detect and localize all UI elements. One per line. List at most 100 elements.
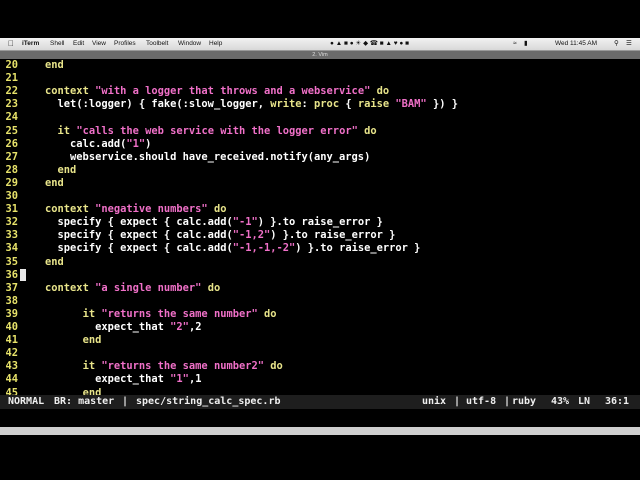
line-code: end: [20, 59, 64, 72]
keyword-token: end: [45, 176, 64, 189]
menu-app-name[interactable]: iTerm: [22, 38, 39, 50]
mac-menu-bar:  iTerm Shell Edit View Profiles Toolbel…: [0, 38, 640, 51]
line-number: 37: [5, 281, 18, 294]
keyword-token: context: [45, 281, 96, 294]
line-code: specify { expect { calc.add("-1") }.to r…: [20, 216, 383, 229]
keyword-token: do: [207, 203, 227, 216]
wifi-icon[interactable]: ≈: [513, 38, 517, 50]
screen-bottom-frame: [0, 427, 640, 480]
vim-status-line: NORMAL BR: master | spec/string_calc_spe…: [0, 395, 640, 409]
line-number: 24: [5, 111, 18, 124]
line-code: expect_that "2",2: [20, 321, 201, 334]
line-code: specify { expect { calc.add("-1,-1,-2") …: [20, 242, 421, 255]
keyword-token: proc: [314, 98, 340, 111]
line-number: 33: [5, 229, 18, 242]
file-path: spec/string_calc_spec.rb: [136, 396, 281, 407]
string-token: "BAM": [395, 98, 427, 111]
line-number: 34: [5, 242, 18, 255]
menu-view[interactable]: View: [92, 38, 106, 50]
line-code: expect_that "1",1: [20, 373, 201, 386]
code-token: ,2: [188, 321, 202, 333]
line-number: 25: [5, 124, 18, 137]
keyword-token: it: [82, 307, 102, 320]
window-title: 2. Vim: [312, 52, 328, 58]
keyword-token: end: [82, 334, 102, 347]
code-token: ) }.to raise_error }: [257, 216, 383, 229]
code-token: ) }.to raise_error }: [295, 242, 421, 255]
line-code: context "negative numbers" do: [20, 203, 226, 216]
code-token: :: [301, 98, 315, 111]
keyword-token: do: [257, 307, 277, 320]
search-icon[interactable]: ⚲: [614, 38, 619, 50]
file-encoding: utf-8: [466, 396, 497, 407]
code-token: expect_that: [95, 373, 171, 386]
string-token: "returns the same number2": [101, 360, 264, 373]
menubar-clock[interactable]: Wed 11:45 AM: [555, 38, 597, 50]
code-token: expect_that: [95, 321, 171, 333]
keyword-token: context: [45, 203, 96, 216]
keyword-token: it: [82, 360, 102, 373]
apple-icon[interactable]: : [8, 38, 14, 50]
menu-toolbelt[interactable]: Toolbelt: [146, 38, 168, 50]
keyword-token: do: [201, 281, 221, 294]
status-icons[interactable]: ● ▲ ■ ● ☀ ◆ ☎ ■ ▲ ♥ ● ■: [330, 38, 409, 50]
battery-icon[interactable]: ▮: [524, 38, 528, 50]
keyword-token: do: [370, 85, 390, 98]
code-token: specify { expect { calc.add(: [57, 242, 233, 255]
file-format: unix: [422, 396, 447, 407]
menu-help[interactable]: Help: [209, 38, 222, 50]
line-number: 39: [5, 307, 18, 320]
line-code: end: [20, 177, 64, 190]
code-token: ) }.to raise_error }: [270, 229, 396, 242]
menu-edit[interactable]: Edit: [73, 38, 84, 50]
keyword-token: do: [357, 124, 377, 137]
line-number: 40: [5, 321, 18, 333]
string-token: "calls the web service with the logger e…: [76, 124, 358, 137]
vim-command-line[interactable]: [0, 409, 640, 427]
line-number: 21: [5, 72, 18, 85]
vim-editor[interactable]: 20 end 21 22 context "with a logger that t…: [0, 59, 640, 399]
line-number: 44: [5, 373, 18, 386]
line-number: 41: [5, 334, 18, 347]
keyword-token: end: [45, 59, 64, 71]
menu-profiles[interactable]: Profiles: [114, 38, 136, 50]
code-token: specify { expect { calc.add(: [57, 216, 233, 229]
cursor-position: 36:1: [605, 396, 630, 407]
string-token: "returns the same number": [101, 307, 258, 320]
string-token: "with a logger that throws and a webserv…: [95, 85, 371, 98]
line-number: 27: [5, 150, 18, 163]
menu-window[interactable]: Window: [178, 38, 201, 50]
menu-list-icon[interactable]: ☰: [626, 38, 632, 50]
line-label: LN: [578, 396, 591, 407]
code-token: ): [145, 137, 152, 150]
string-token: "2": [170, 321, 189, 333]
keyword-token: do: [264, 360, 283, 373]
line-code: webservice.should have_received.notify(a…: [20, 151, 370, 164]
line-code: it "returns the same number2" do: [20, 360, 283, 373]
line-code: end: [20, 256, 64, 269]
code-token: specify { expect { calc.add(: [57, 229, 233, 242]
code-token: webservice.should have_received.notify(a…: [70, 150, 371, 163]
line-code: it "calls the web service with the logge…: [20, 125, 377, 138]
status-separator: |: [504, 396, 511, 407]
git-branch: BR: master: [54, 396, 115, 407]
line-number: 20: [5, 59, 18, 71]
status-separator: |: [454, 396, 461, 407]
window-bottom-border: [0, 427, 640, 435]
line-number: 36: [5, 268, 18, 281]
menu-shell[interactable]: Shell: [50, 38, 64, 50]
line-number: 22: [5, 85, 18, 98]
keyword-token: it: [57, 124, 77, 137]
line-number: 43: [5, 360, 18, 373]
